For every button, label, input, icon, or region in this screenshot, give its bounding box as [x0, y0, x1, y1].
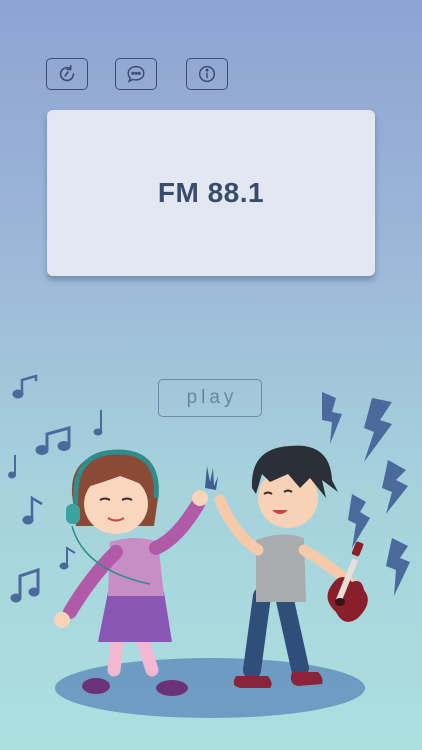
music-note-icon [22, 495, 43, 525]
lightning-icon [364, 398, 392, 462]
music-note-icon [12, 374, 38, 399]
station-display: FM 88.1 [47, 110, 375, 276]
music-note-icon [93, 410, 103, 436]
music-note-icon [59, 546, 76, 570]
refresh-icon [59, 64, 75, 82]
info-icon [198, 65, 216, 83]
music-note-icon [35, 426, 71, 455]
refresh-button[interactable] [46, 58, 88, 90]
station-frequency: FM 88.1 [157, 177, 265, 208]
lightning-icon [322, 392, 342, 444]
lightning-icon [348, 494, 370, 548]
chat-icon [127, 65, 145, 83]
music-kids-illustration [8, 374, 410, 718]
info-button[interactable] [186, 58, 228, 90]
lightning-icon [382, 460, 408, 514]
high-five-splash [205, 466, 218, 490]
boy-character [214, 445, 368, 688]
guitar-icon [327, 541, 368, 622]
music-note-icon [8, 455, 16, 479]
chat-button[interactable] [115, 58, 157, 90]
lightning-icon [386, 538, 410, 596]
music-note-icon [10, 567, 40, 603]
